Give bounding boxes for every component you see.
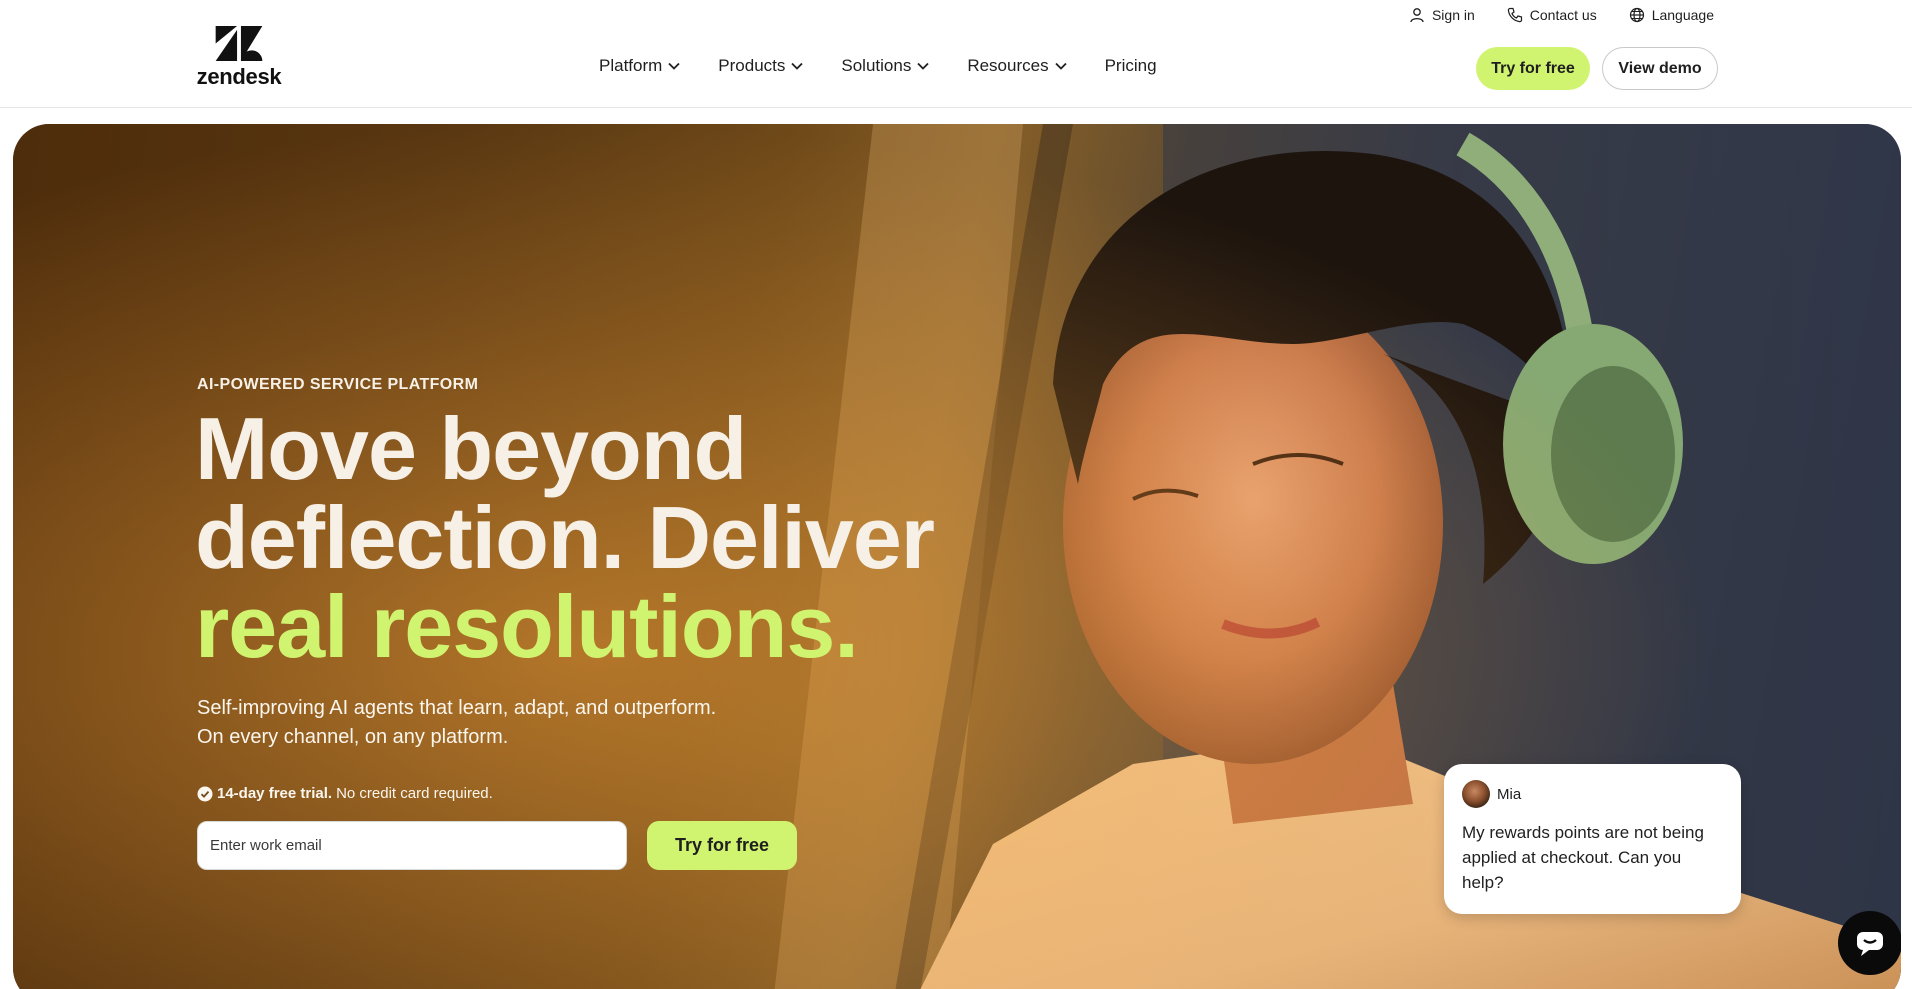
chat-bubble-card: Mia My rewards points are not being appl… [1444, 764, 1741, 914]
headline-accent: real resolutions. [195, 577, 859, 676]
hero-headline: Move beyond deflection. Deliver real res… [195, 404, 975, 671]
subhead-line-1: Self-improving AI agents that learn, ada… [197, 697, 717, 719]
utility-nav: Sign in Contact us Language [1409, 6, 1714, 24]
chevron-down-icon [791, 62, 804, 70]
hero-subhead: Self-improving AI agents that learn, ada… [197, 694, 817, 752]
globe-icon [1629, 7, 1644, 23]
hero-try-free-button[interactable]: Try for free [647, 821, 797, 870]
trial-rest: No credit card required. [336, 785, 493, 802]
hero-eyebrow: AI-POWERED SERVICE PLATFORM [197, 376, 479, 393]
chevron-down-icon [1054, 62, 1067, 70]
chat-launcher-button[interactable] [1838, 911, 1901, 975]
site-header: zendesk Sign in Contact us Language Plat… [0, 0, 1912, 108]
trial-note: 14-day free trial. No credit card requir… [197, 785, 493, 802]
chat-message: My rewards points are not being applied … [1462, 823, 1704, 892]
contact-us-link[interactable]: Contact us [1507, 7, 1597, 23]
work-email-input[interactable] [197, 821, 627, 870]
chevron-down-icon [668, 62, 680, 70]
nav-item-resources[interactable]: Resources [967, 56, 1067, 76]
nav-label: Pricing [1104, 56, 1157, 75]
logo-wordmark: zendesk [196, 64, 282, 89]
zendesk-logo-icon [215, 26, 263, 62]
chat-icon [1857, 932, 1883, 956]
nav-item-pricing[interactable]: Pricing [1105, 56, 1157, 76]
language-label: Language [1651, 7, 1714, 23]
check-circle-icon [197, 786, 213, 801]
nav-item-products[interactable]: Products [718, 56, 804, 76]
view-demo-button[interactable]: View demo [1602, 47, 1718, 90]
avatar [1462, 780, 1490, 808]
nav-item-platform[interactable]: Platform [599, 56, 680, 76]
subhead-line-2: On every channel, on any platform. [197, 726, 509, 748]
chat-header: Mia [1462, 780, 1723, 808]
chevron-down-icon [917, 62, 929, 70]
main-nav: Platform Products Solutions Resources Pr… [599, 56, 1195, 76]
nav-label: Products [718, 56, 786, 75]
header-try-free-button[interactable]: Try for free [1476, 47, 1590, 90]
nav-label: Solutions [841, 56, 912, 75]
nav-label: Platform [599, 56, 663, 75]
chat-sender-name: Mia [1497, 785, 1522, 803]
phone-icon [1507, 7, 1522, 23]
nav-item-solutions[interactable]: Solutions [841, 56, 929, 76]
sign-in-link[interactable]: Sign in [1409, 7, 1475, 23]
hero-section: AI-POWERED SERVICE PLATFORM Move beyond … [13, 124, 1901, 989]
sign-in-label: Sign in [1431, 7, 1475, 23]
contact-us-label: Contact us [1529, 7, 1597, 23]
user-icon [1410, 8, 1424, 23]
zendesk-logo[interactable]: zendesk [196, 26, 282, 90]
trial-bold: 14-day free trial. [217, 785, 333, 802]
nav-label: Resources [967, 56, 1049, 75]
language-selector[interactable]: Language [1629, 7, 1714, 23]
headline-line-2: deflection. Deliver [195, 488, 935, 587]
headline-line-1: Move beyond [195, 399, 747, 498]
